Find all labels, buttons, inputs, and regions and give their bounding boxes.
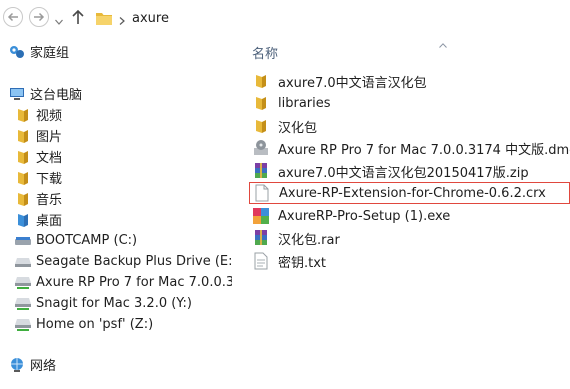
nav-drive-axure[interactable]: Axure RP Pro 7 for Mac 7.0.0.317	[14, 272, 232, 293]
drive-icon	[14, 233, 32, 249]
archive-icon	[252, 162, 270, 180]
nav-label: Seagate Backup Plus Drive (E:)	[36, 254, 232, 269]
file-name: Axure-RP-Extension-for-Chrome-0.6.2.crx	[279, 185, 546, 201]
up-arrow-icon	[71, 9, 85, 30]
file-name: AxureRP-Pro-Setup (1).exe	[278, 208, 451, 224]
music-folder-icon	[14, 191, 32, 207]
folder-icon	[95, 10, 113, 26]
removable-drive-icon	[14, 254, 32, 270]
disk-image-icon	[252, 139, 270, 157]
downloads-folder-icon	[14, 170, 32, 186]
nav-label: 桌面	[36, 214, 63, 229]
videos-folder-icon	[14, 107, 32, 123]
network-drive-icon	[14, 296, 32, 312]
file-name: Axure RP Pro 7 for Mac 7.0.0.3174 中文版.dm…	[278, 142, 570, 158]
nav-label: Home on 'psf' (Z:)	[36, 317, 154, 332]
homegroup-icon	[8, 44, 26, 60]
text-file-icon	[252, 252, 270, 270]
pictures-folder-icon	[14, 128, 32, 144]
nav-label: 视频	[36, 109, 63, 124]
back-arrow-icon	[7, 12, 19, 22]
file-row[interactable]: libraries	[249, 92, 570, 114]
breadcrumb-item[interactable]: axure	[132, 11, 169, 26]
network-drive-icon	[14, 317, 32, 333]
chevron-down-icon	[55, 14, 63, 29]
address-bar[interactable]: axure	[93, 6, 570, 30]
nav-item-pictures[interactable]: 图片	[14, 125, 62, 146]
nav-drive-snagit[interactable]: Snagit for Mac 3.2.0 (Y:)	[14, 293, 192, 314]
file-list-pane: 名称 axure7.0中文语言汉化包 libraries 汉化包 Axure R…	[243, 36, 570, 389]
folder-icon	[252, 72, 270, 90]
nav-label: 网络	[30, 359, 57, 374]
nav-label: 图片	[36, 130, 63, 145]
file-row[interactable]: 汉化包.rar	[249, 227, 570, 249]
nav-label: Snagit for Mac 3.2.0 (Y:)	[36, 296, 192, 311]
file-name: 汉化包	[278, 120, 318, 136]
file-row[interactable]: Axure RP Pro 7 for Mac 7.0.0.3174 中文版.dm…	[249, 137, 570, 159]
archive-icon	[252, 229, 270, 247]
file-name: libraries	[278, 95, 331, 111]
nav-label: BOOTCAMP (C:)	[36, 233, 138, 248]
nav-label: 家庭组	[30, 46, 70, 61]
network-drive-icon	[14, 275, 32, 291]
nav-this-pc[interactable]: 这台电脑	[8, 83, 82, 104]
navigation-pane: 家庭组 这台电脑 视频 图片 文档 下载 音乐 桌面 BOOTCAMP (C:)…	[0, 36, 232, 389]
nav-drive-seagate[interactable]: Seagate Backup Plus Drive (E:)	[14, 251, 232, 272]
recent-locations-button[interactable]	[55, 14, 63, 25]
folder-icon	[252, 117, 270, 135]
forward-arrow-icon	[33, 12, 45, 22]
nav-label: 这台电脑	[30, 88, 83, 103]
nav-label: Axure RP Pro 7 for Mac 7.0.0.317	[36, 275, 232, 290]
nav-item-videos[interactable]: 视频	[14, 104, 62, 125]
sort-ascending-icon	[439, 37, 447, 48]
file-row[interactable]: axure7.0中文语言汉化包20150417版.zip	[249, 160, 570, 182]
nav-item-downloads[interactable]: 下载	[14, 167, 62, 188]
nav-drive-home[interactable]: Home on 'psf' (Z:)	[14, 314, 153, 335]
forward-button[interactable]	[29, 7, 49, 27]
nav-item-documents[interactable]: 文档	[14, 146, 62, 167]
file-row-selected[interactable]: Axure-RP-Extension-for-Chrome-0.6.2.crx	[249, 182, 570, 204]
folder-icon	[252, 94, 270, 112]
computer-icon	[8, 86, 26, 102]
file-name: 密钥.txt	[278, 255, 327, 271]
navigation-bar: axure	[0, 0, 570, 36]
file-row[interactable]: axure7.0中文语言汉化包	[249, 70, 570, 92]
up-button[interactable]	[71, 8, 85, 26]
chevron-right-icon	[118, 14, 126, 25]
nav-network[interactable]: 网络	[8, 354, 56, 375]
nav-label: 文档	[36, 151, 63, 166]
back-button[interactable]	[3, 7, 23, 27]
desktop-folder-icon	[14, 212, 32, 228]
blank-file-icon	[253, 184, 271, 202]
nav-item-music[interactable]: 音乐	[14, 188, 62, 209]
file-name: axure7.0中文语言汉化包20150417版.zip	[278, 165, 529, 181]
documents-folder-icon	[14, 149, 32, 165]
file-row[interactable]: 汉化包	[249, 115, 570, 137]
file-row[interactable]: AxureRP-Pro-Setup (1).exe	[249, 205, 570, 227]
network-icon	[8, 357, 26, 373]
file-row[interactable]: 密钥.txt	[249, 250, 570, 272]
nav-drive-bootcamp[interactable]: BOOTCAMP (C:)	[14, 230, 137, 251]
nav-homegroup[interactable]: 家庭组	[8, 41, 69, 62]
file-name: axure7.0中文语言汉化包	[278, 75, 427, 91]
installer-icon	[252, 207, 270, 225]
nav-item-desktop[interactable]: 桌面	[14, 209, 62, 230]
nav-label: 下载	[36, 172, 63, 187]
file-name: 汉化包.rar	[278, 232, 340, 248]
column-header-name[interactable]: 名称	[252, 43, 278, 62]
nav-label: 音乐	[36, 193, 63, 208]
